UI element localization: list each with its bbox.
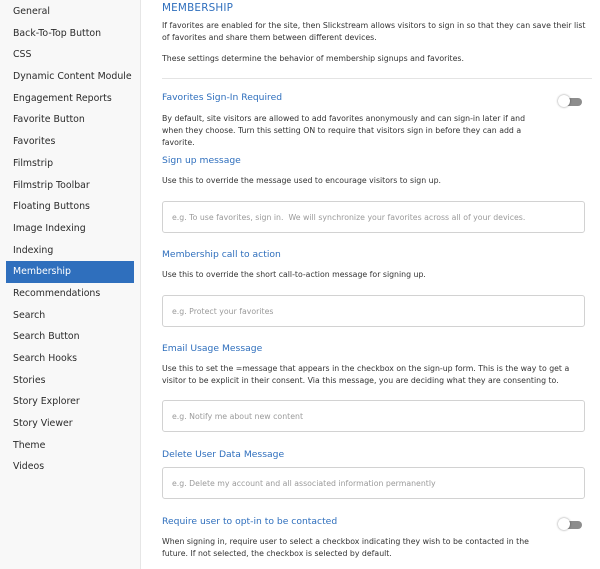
- sidebar-item-story-viewer[interactable]: Story Viewer: [6, 413, 134, 435]
- delete-data-title: Delete User Data Message: [162, 449, 285, 460]
- call-to-action-input[interactable]: [162, 295, 585, 327]
- sidebar-item-story-explorer[interactable]: Story Explorer: [6, 391, 134, 413]
- sidebar-item-back-to-top-button[interactable]: Back-To-Top Button: [6, 23, 134, 45]
- sidebar-item-recommendations[interactable]: Recommendations: [6, 283, 134, 305]
- call-to-action-title: Membership call to action: [162, 249, 281, 260]
- opt-in-description: When signing in, require user to select …: [162, 537, 529, 558]
- favorites-signin-toggle[interactable]: [558, 95, 582, 107]
- sidebar-nav: General Back-To-Top Button CSS Dynamic C…: [6, 1, 134, 478]
- sidebar-item-engagement-reports[interactable]: Engagement Reports: [6, 88, 134, 110]
- sidebar-item-search[interactable]: Search: [6, 305, 134, 327]
- favorites-signin-title: Favorites Sign-In Required: [162, 92, 283, 103]
- sidebar-item-general[interactable]: General: [6, 1, 134, 23]
- sidebar-item-search-button[interactable]: Search Button: [6, 326, 134, 348]
- sidebar-item-search-hooks[interactable]: Search Hooks: [6, 348, 134, 370]
- sidebar-item-image-indexing[interactable]: Image Indexing: [6, 218, 134, 240]
- sidebar-item-favorite-button[interactable]: Favorite Button: [6, 109, 134, 131]
- settings-sidebar: General Back-To-Top Button CSS Dynamic C…: [0, 0, 141, 569]
- signup-message-description: Use this to override the message used to…: [162, 176, 442, 185]
- favorites-signin-description: By default, site visitors are allowed to…: [162, 114, 526, 147]
- sidebar-item-stories[interactable]: Stories: [6, 370, 134, 392]
- toggle-knob: [558, 518, 570, 530]
- intro-description: If favorites are enabled for the site, t…: [162, 21, 586, 42]
- page-title: MEMBERSHIP: [162, 2, 234, 14]
- delete-data-input[interactable]: [162, 467, 585, 499]
- section-divider: [162, 78, 592, 79]
- sidebar-item-videos[interactable]: Videos: [6, 456, 134, 478]
- toggle-knob: [558, 95, 570, 107]
- sidebar-item-membership[interactable]: Membership: [6, 261, 134, 283]
- sidebar-item-dynamic-content-module[interactable]: Dynamic Content Module: [6, 66, 134, 88]
- intro-settings-note: These settings determine the behavior of…: [162, 54, 464, 63]
- sidebar-item-indexing[interactable]: Indexing: [6, 240, 134, 262]
- opt-in-toggle[interactable]: [558, 518, 582, 530]
- email-usage-description: Use this to set the =message that appear…: [162, 364, 570, 385]
- sidebar-item-floating-buttons[interactable]: Floating Buttons: [6, 196, 134, 218]
- email-usage-title: Email Usage Message: [162, 343, 263, 354]
- sidebar-item-favorites[interactable]: Favorites: [6, 131, 134, 153]
- sidebar-item-theme[interactable]: Theme: [6, 435, 134, 457]
- email-usage-input[interactable]: [162, 400, 585, 432]
- signup-message-input[interactable]: [162, 201, 585, 233]
- opt-in-title: Require user to opt-in to be contacted: [162, 516, 338, 527]
- sidebar-item-filmstrip[interactable]: Filmstrip: [6, 153, 134, 175]
- signup-message-title: Sign up message: [162, 155, 241, 166]
- sidebar-item-filmstrip-toolbar[interactable]: Filmstrip Toolbar: [6, 175, 134, 197]
- sidebar-item-css[interactable]: CSS: [6, 44, 134, 66]
- call-to-action-description: Use this to override the short call-to-a…: [162, 270, 426, 279]
